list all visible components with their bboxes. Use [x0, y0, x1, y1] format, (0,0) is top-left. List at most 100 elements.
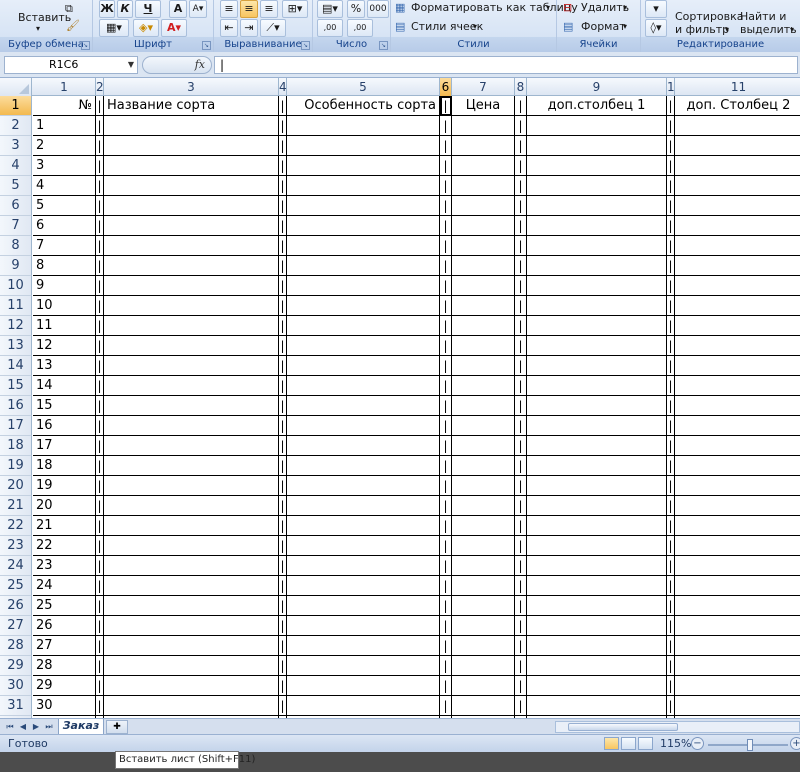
cell-r2-c1[interactable]: 1: [33, 116, 96, 136]
cell-r23-c3[interactable]: [104, 536, 279, 556]
cell-r19-c8[interactable]: |: [515, 456, 527, 476]
cell-r28-c2[interactable]: |: [96, 636, 104, 656]
cell-r11-c7[interactable]: [452, 296, 515, 316]
cell-r8-c9[interactable]: [527, 236, 667, 256]
prev-sheet-icon[interactable]: ◀: [17, 721, 29, 733]
autosum-icon[interactable]: ▾: [645, 0, 667, 18]
cell-r6-c5[interactable]: [287, 196, 440, 216]
cell-r30-c9[interactable]: [527, 676, 667, 696]
cell-r2-c3[interactable]: [104, 116, 279, 136]
cell-r9-c9[interactable]: [527, 256, 667, 276]
cell-r12-c11[interactable]: [675, 316, 800, 336]
cell-r9-c3[interactable]: [104, 256, 279, 276]
cell-r22-c7[interactable]: [452, 516, 515, 536]
cell-r18-c2[interactable]: |: [96, 436, 104, 456]
copy-icon[interactable]: ⧉: [65, 2, 73, 16]
cell-r2-c5[interactable]: [287, 116, 440, 136]
row-header-8[interactable]: 8: [0, 236, 32, 256]
cell-r4-c5[interactable]: [287, 156, 440, 176]
sort-dropdown-icon[interactable]: ▾: [725, 23, 729, 37]
cell-r27-c7[interactable]: [452, 616, 515, 636]
cell-r29-c9[interactable]: [527, 656, 667, 676]
cell-r18-c6[interactable]: |: [440, 436, 452, 456]
row-header-22[interactable]: 22: [0, 516, 32, 536]
borders-button[interactable]: ▦▾: [99, 19, 129, 37]
increase-indent-icon[interactable]: ⇥: [240, 19, 258, 37]
cell-r17-c11[interactable]: [675, 416, 800, 436]
column-header-7[interactable]: 7: [452, 78, 515, 96]
cell-r24-c10[interactable]: |: [667, 556, 675, 576]
cell-r4-c4[interactable]: |: [279, 156, 287, 176]
cell-r21-c7[interactable]: [452, 496, 515, 516]
normal-view-icon[interactable]: [604, 737, 619, 750]
cell-r5-c11[interactable]: [675, 176, 800, 196]
row-header-14[interactable]: 14: [0, 356, 32, 376]
cell-r12-c8[interactable]: |: [515, 316, 527, 336]
cell-r7-c7[interactable]: [452, 216, 515, 236]
cell-r4-c2[interactable]: |: [96, 156, 104, 176]
cell-r11-c4[interactable]: |: [279, 296, 287, 316]
cell-r5-c2[interactable]: |: [96, 176, 104, 196]
cell-r21-c6[interactable]: |: [440, 496, 452, 516]
paste-button[interactable]: Вставить: [18, 11, 71, 25]
cell-r22-c10[interactable]: |: [667, 516, 675, 536]
cell-r21-c8[interactable]: |: [515, 496, 527, 516]
cell-r23-c1[interactable]: 22: [33, 536, 96, 556]
column-header-5[interactable]: 5: [287, 78, 440, 96]
cell-r16-c8[interactable]: |: [515, 396, 527, 416]
cell-r30-c10[interactable]: |: [667, 676, 675, 696]
find-select-line2[interactable]: выделить: [740, 23, 797, 37]
cell-r31-c10[interactable]: |: [667, 696, 675, 716]
cell-r12-c6[interactable]: |: [440, 316, 452, 336]
sort-filter-line2[interactable]: и фильтр: [675, 23, 729, 37]
cell-r25-c11[interactable]: [675, 576, 800, 596]
cell-r20-c6[interactable]: |: [440, 476, 452, 496]
cell-r11-c1[interactable]: 10: [33, 296, 96, 316]
cell-r21-c3[interactable]: [104, 496, 279, 516]
cell-r25-c5[interactable]: [287, 576, 440, 596]
cell-r7-c4[interactable]: |: [279, 216, 287, 236]
cell-r12-c5[interactable]: [287, 316, 440, 336]
cell-r14-c1[interactable]: 13: [33, 356, 96, 376]
cell-r8-c6[interactable]: |: [440, 236, 452, 256]
cell-r7-c8[interactable]: |: [515, 216, 527, 236]
cell-r4-c11[interactable]: [675, 156, 800, 176]
cell-r24-c1[interactable]: 23: [33, 556, 96, 576]
cell-r19-c11[interactable]: [675, 456, 800, 476]
cell-r21-c1[interactable]: 20: [33, 496, 96, 516]
row-header-26[interactable]: 26: [0, 596, 32, 616]
cell-r27-c11[interactable]: [675, 616, 800, 636]
cell-r30-c2[interactable]: |: [96, 676, 104, 696]
orientation-icon[interactable]: ⟋▾: [260, 19, 286, 37]
cell-r2-c4[interactable]: |: [279, 116, 287, 136]
cell-r4-c10[interactable]: |: [667, 156, 675, 176]
cell-r9-c2[interactable]: |: [96, 256, 104, 276]
cell-r15-c6[interactable]: |: [440, 376, 452, 396]
cell-r19-c9[interactable]: [527, 456, 667, 476]
cell-r26-c6[interactable]: |: [440, 596, 452, 616]
cell-r22-c1[interactable]: 21: [33, 516, 96, 536]
cell-r27-c3[interactable]: [104, 616, 279, 636]
cell-r19-c3[interactable]: [104, 456, 279, 476]
column-header-9[interactable]: 9: [527, 78, 667, 96]
cell-r12-c7[interactable]: [452, 316, 515, 336]
cell-r12-c1[interactable]: 11: [33, 316, 96, 336]
cell-r16-c7[interactable]: [452, 396, 515, 416]
cell-r3-c7[interactable]: [452, 136, 515, 156]
cell-r4-c9[interactable]: [527, 156, 667, 176]
cell-r1-c2[interactable]: |: [96, 96, 104, 116]
cell-r27-c9[interactable]: [527, 616, 667, 636]
cell-r12-c2[interactable]: |: [96, 316, 104, 336]
cell-r27-c4[interactable]: |: [279, 616, 287, 636]
cell-r22-c9[interactable]: [527, 516, 667, 536]
cell-r28-c6[interactable]: |: [440, 636, 452, 656]
cell-r14-c11[interactable]: [675, 356, 800, 376]
cell-r9-c4[interactable]: |: [279, 256, 287, 276]
cell-r12-c3[interactable]: [104, 316, 279, 336]
row-header-11[interactable]: 11: [0, 296, 32, 316]
cell-r23-c6[interactable]: |: [440, 536, 452, 556]
cell-r12-c10[interactable]: |: [667, 316, 675, 336]
cell-r23-c8[interactable]: |: [515, 536, 527, 556]
cell-r9-c5[interactable]: [287, 256, 440, 276]
cell-r24-c5[interactable]: [287, 556, 440, 576]
